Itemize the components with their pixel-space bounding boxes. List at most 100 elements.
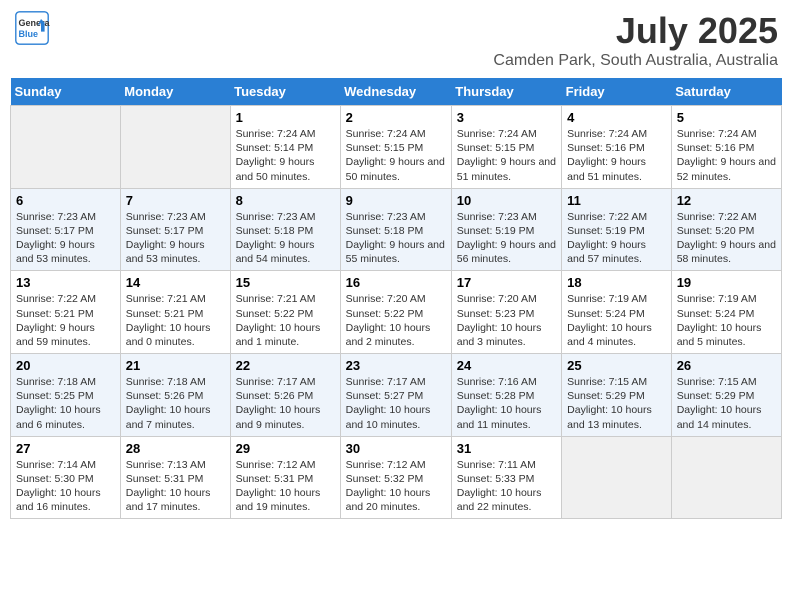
calendar-cell: 11 Sunrise: 7:22 AM Sunset: 5:19 PM Dayli… <box>562 188 672 271</box>
calendar-table: SundayMondayTuesdayWednesdayThursdayFrid… <box>10 78 782 519</box>
day-info: Sunrise: 7:23 AM Sunset: 5:18 PM Dayligh… <box>346 210 446 267</box>
calendar-cell: 10 Sunrise: 7:23 AM Sunset: 5:19 PM Dayli… <box>451 188 561 271</box>
calendar-cell: 22 Sunrise: 7:17 AM Sunset: 5:26 PM Dayli… <box>230 354 340 437</box>
day-number: 29 <box>236 441 335 456</box>
day-number: 30 <box>346 441 446 456</box>
day-number: 1 <box>236 110 335 125</box>
calendar-cell: 5Sunrise: 7:24 AM Sunset: 5:16 PM Daylig… <box>671 106 781 189</box>
month-title: July 2025 <box>493 10 778 52</box>
day-number: 4 <box>567 110 666 125</box>
calendar-cell <box>11 106 121 189</box>
weekday-header-thursday: Thursday <box>451 78 561 106</box>
svg-text:Blue: Blue <box>19 29 39 39</box>
weekday-header-friday: Friday <box>562 78 672 106</box>
weekday-header-monday: Monday <box>120 78 230 106</box>
day-number: 22 <box>236 358 335 373</box>
weekday-header-saturday: Saturday <box>671 78 781 106</box>
day-number: 8 <box>236 193 335 208</box>
calendar-cell: 21Sunrise: 7:18 AM Sunset: 5:26 PM Dayli… <box>120 354 230 437</box>
day-number: 21 <box>126 358 225 373</box>
calendar-cell: 19 Sunrise: 7:19 AM Sunset: 5:24 PM Dayli… <box>671 271 781 354</box>
day-number: 23 <box>346 358 446 373</box>
day-info: Sunrise: 7:23 AM Sunset: 5:19 PM Dayligh… <box>457 210 556 267</box>
day-info: Sunrise: 7:21 AM Sunset: 5:21 PM Dayligh… <box>126 292 225 349</box>
day-info: Sunrise: 7:12 AM Sunset: 5:31 PM Dayligh… <box>236 458 335 515</box>
calendar-cell: 30 Sunrise: 7:12 AM Sunset: 5:32 PM Dayli… <box>340 436 451 519</box>
day-number: 31 <box>457 441 556 456</box>
day-number: 5 <box>677 110 776 125</box>
week-row-4: 20 Sunrise: 7:18 AM Sunset: 5:25 PM Dayli… <box>11 354 782 437</box>
day-info: Sunrise: 7:14 AM Sunset: 5:30 PM Dayligh… <box>16 458 115 515</box>
day-info: Sunrise: 7:24 AM Sunset: 5:14 PM Dayligh… <box>236 127 335 184</box>
day-info: Sunrise: 7:16 AM Sunset: 5:28 PM Dayligh… <box>457 375 556 432</box>
day-number: 15 <box>236 275 335 290</box>
calendar-cell: 26Sunrise: 7:15 AM Sunset: 5:29 PM Dayli… <box>671 354 781 437</box>
day-number: 14 <box>126 275 225 290</box>
day-info: Sunrise: 7:18 AM Sunset: 5:25 PM Dayligh… <box>16 375 115 432</box>
weekday-header-row: SundayMondayTuesdayWednesdayThursdayFrid… <box>11 78 782 106</box>
day-info: Sunrise: 7:22 AM Sunset: 5:19 PM Dayligh… <box>567 210 666 267</box>
day-info: Sunrise: 7:17 AM Sunset: 5:26 PM Dayligh… <box>236 375 335 432</box>
day-info: Sunrise: 7:15 AM Sunset: 5:29 PM Dayligh… <box>677 375 776 432</box>
day-number: 6 <box>16 193 115 208</box>
logo: General Blue <box>14 10 50 46</box>
week-row-5: 27 Sunrise: 7:14 AM Sunset: 5:30 PM Dayli… <box>11 436 782 519</box>
title-area: July 2025 Camden Park, South Australia, … <box>493 10 778 70</box>
calendar-cell: 12Sunrise: 7:22 AM Sunset: 5:20 PM Dayli… <box>671 188 781 271</box>
logo-icon: General Blue <box>14 10 50 46</box>
day-info: Sunrise: 7:23 AM Sunset: 5:17 PM Dayligh… <box>126 210 225 267</box>
day-info: Sunrise: 7:23 AM Sunset: 5:18 PM Dayligh… <box>236 210 335 267</box>
calendar-cell: 28 Sunrise: 7:13 AM Sunset: 5:31 PM Dayli… <box>120 436 230 519</box>
day-number: 9 <box>346 193 446 208</box>
calendar-cell: 25Sunrise: 7:15 AM Sunset: 5:29 PM Dayli… <box>562 354 672 437</box>
day-number: 24 <box>457 358 556 373</box>
calendar-cell: 4Sunrise: 7:24 AM Sunset: 5:16 PM Daylig… <box>562 106 672 189</box>
calendar-cell: 14 Sunrise: 7:21 AM Sunset: 5:21 PM Dayli… <box>120 271 230 354</box>
day-number: 19 <box>677 275 776 290</box>
day-info: Sunrise: 7:19 AM Sunset: 5:24 PM Dayligh… <box>677 292 776 349</box>
day-info: Sunrise: 7:23 AM Sunset: 5:17 PM Dayligh… <box>16 210 115 267</box>
day-number: 11 <box>567 193 666 208</box>
day-number: 10 <box>457 193 556 208</box>
day-number: 18 <box>567 275 666 290</box>
weekday-header-sunday: Sunday <box>11 78 121 106</box>
day-number: 28 <box>126 441 225 456</box>
calendar-cell: 15 Sunrise: 7:21 AM Sunset: 5:22 PM Dayli… <box>230 271 340 354</box>
location-title: Camden Park, South Australia, Australia <box>493 52 778 70</box>
day-number: 12 <box>677 193 776 208</box>
calendar-cell: 31Sunrise: 7:11 AM Sunset: 5:33 PM Dayli… <box>451 436 561 519</box>
day-info: Sunrise: 7:17 AM Sunset: 5:27 PM Dayligh… <box>346 375 446 432</box>
week-row-3: 13Sunrise: 7:22 AM Sunset: 5:21 PM Dayli… <box>11 271 782 354</box>
day-info: Sunrise: 7:19 AM Sunset: 5:24 PM Dayligh… <box>567 292 666 349</box>
calendar-cell: 27 Sunrise: 7:14 AM Sunset: 5:30 PM Dayli… <box>11 436 121 519</box>
calendar-cell: 29 Sunrise: 7:12 AM Sunset: 5:31 PM Dayli… <box>230 436 340 519</box>
day-number: 13 <box>16 275 115 290</box>
calendar-cell: 17Sunrise: 7:20 AM Sunset: 5:23 PM Dayli… <box>451 271 561 354</box>
day-number: 7 <box>126 193 225 208</box>
day-info: Sunrise: 7:15 AM Sunset: 5:29 PM Dayligh… <box>567 375 666 432</box>
day-info: Sunrise: 7:24 AM Sunset: 5:15 PM Dayligh… <box>346 127 446 184</box>
day-number: 3 <box>457 110 556 125</box>
calendar-cell: 23 Sunrise: 7:17 AM Sunset: 5:27 PM Dayli… <box>340 354 451 437</box>
day-info: Sunrise: 7:20 AM Sunset: 5:22 PM Dayligh… <box>346 292 446 349</box>
header: General Blue July 2025 Camden Park, Sout… <box>10 10 782 70</box>
day-number: 16 <box>346 275 446 290</box>
weekday-header-tuesday: Tuesday <box>230 78 340 106</box>
calendar-cell: 8 Sunrise: 7:23 AM Sunset: 5:18 PM Daylig… <box>230 188 340 271</box>
calendar-cell: 18 Sunrise: 7:19 AM Sunset: 5:24 PM Dayli… <box>562 271 672 354</box>
day-number: 20 <box>16 358 115 373</box>
calendar-cell: 16 Sunrise: 7:20 AM Sunset: 5:22 PM Dayli… <box>340 271 451 354</box>
calendar-cell: 2Sunrise: 7:24 AM Sunset: 5:15 PM Daylig… <box>340 106 451 189</box>
day-info: Sunrise: 7:12 AM Sunset: 5:32 PM Dayligh… <box>346 458 446 515</box>
week-row-1: 1 Sunrise: 7:24 AM Sunset: 5:14 PM Daylig… <box>11 106 782 189</box>
calendar-cell: 13Sunrise: 7:22 AM Sunset: 5:21 PM Dayli… <box>11 271 121 354</box>
calendar-cell: 20 Sunrise: 7:18 AM Sunset: 5:25 PM Dayli… <box>11 354 121 437</box>
day-number: 27 <box>16 441 115 456</box>
day-info: Sunrise: 7:13 AM Sunset: 5:31 PM Dayligh… <box>126 458 225 515</box>
calendar-cell: 1 Sunrise: 7:24 AM Sunset: 5:14 PM Daylig… <box>230 106 340 189</box>
day-info: Sunrise: 7:24 AM Sunset: 5:15 PM Dayligh… <box>457 127 556 184</box>
day-number: 17 <box>457 275 556 290</box>
calendar-cell <box>562 436 672 519</box>
day-info: Sunrise: 7:21 AM Sunset: 5:22 PM Dayligh… <box>236 292 335 349</box>
calendar-cell <box>671 436 781 519</box>
